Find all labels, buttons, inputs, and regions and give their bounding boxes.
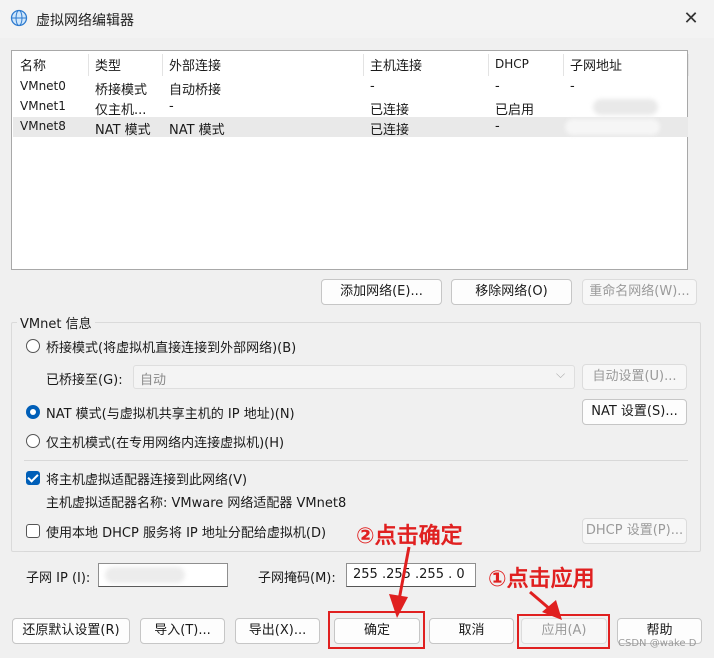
annotation-arrows bbox=[389, 546, 562, 620]
watermark: CSDN @wake D bbox=[618, 638, 697, 649]
arrow-to-apply-icon bbox=[529, 590, 562, 620]
arrow-to-ok-icon bbox=[389, 546, 411, 618]
